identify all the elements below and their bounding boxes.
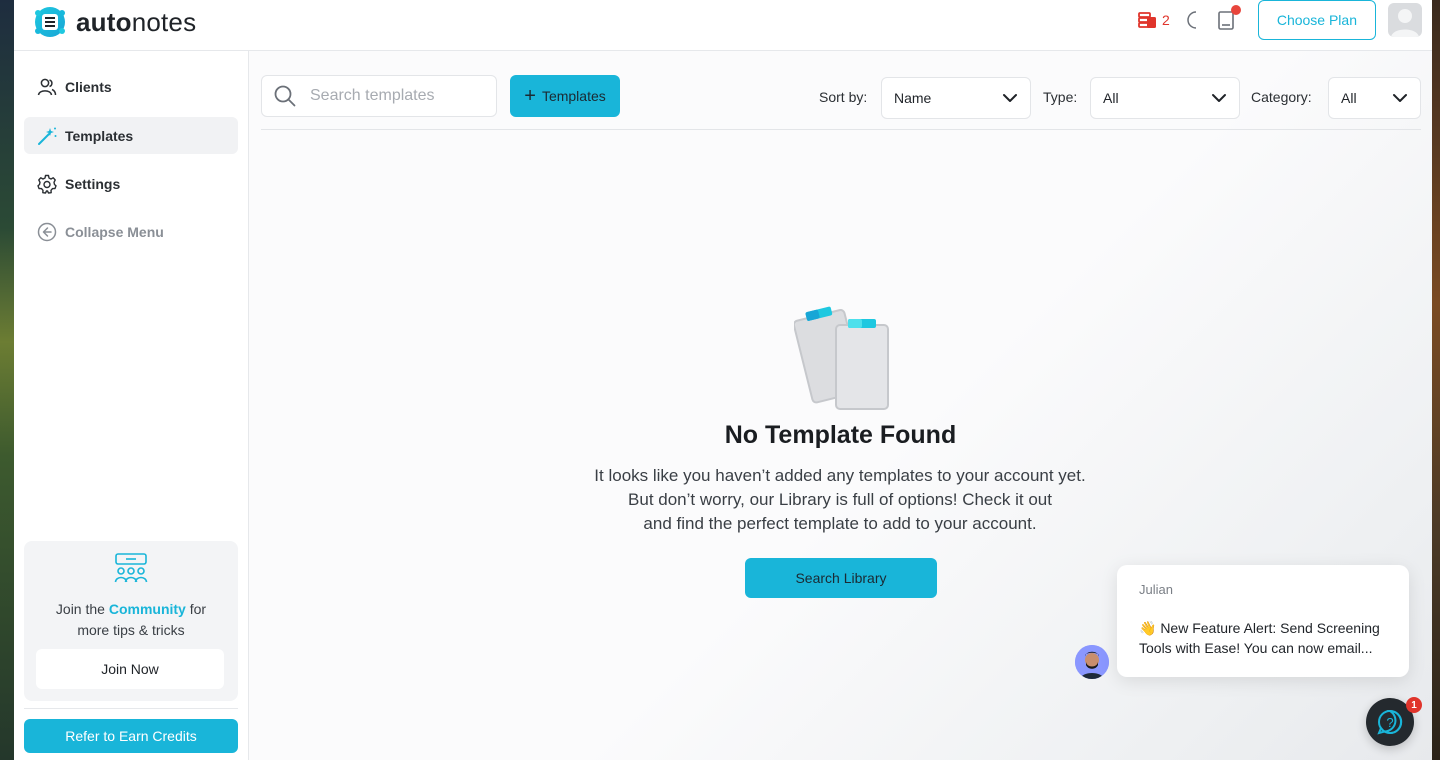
search-library-button[interactable]: Search Library — [745, 558, 937, 598]
magic-wand-icon — [38, 127, 57, 145]
sidebar-item-label: Collapse Menu — [65, 223, 164, 240]
sidebar-item-label: Clients — [65, 78, 112, 95]
credits-icon — [1138, 12, 1157, 28]
notification-dot — [1230, 5, 1241, 15]
community-icon — [114, 553, 148, 583]
search-box[interactable] — [261, 75, 497, 117]
category-select[interactable]: All — [1328, 77, 1421, 119]
moon-icon[interactable] — [1182, 9, 1204, 31]
chat-message-popup[interactable]: Julian 👋 New Feature Alert: Send Screeni… — [1117, 565, 1409, 677]
users-icon — [37, 78, 57, 95]
add-template-button[interactable]: + Templates — [510, 75, 620, 117]
empty-state-title: No Template Found — [724, 421, 957, 449]
chat-message-text: 👋 New Feature Alert: Send Screening Tool… — [1139, 620, 1380, 656]
sidebar-item-templates[interactable]: Templates — [24, 117, 238, 154]
clipboard-illustration — [794, 306, 889, 410]
chevron-down-icon — [1212, 94, 1226, 102]
credits-count: 2 — [1162, 12, 1170, 28]
search-input[interactable] — [308, 86, 492, 106]
logo-icon — [35, 7, 65, 37]
search-icon — [274, 85, 296, 107]
app-window: autonotes 2 Choose Plan Clients Template… — [14, 0, 1432, 760]
chat-agent-avatar[interactable] — [1075, 645, 1109, 679]
sidebar-item-collapse-menu[interactable]: Collapse Menu — [24, 213, 238, 250]
logo-text: autonotes — [76, 6, 197, 37]
toolbar-divider — [261, 129, 1421, 130]
notifications-button[interactable] — [1216, 5, 1241, 31]
gear-icon — [37, 174, 57, 194]
community-card: Join the Community for more tips & trick… — [24, 541, 238, 701]
sidebar: Clients Templates Settings Collapse Menu — [14, 51, 249, 760]
type-select[interactable]: All — [1090, 77, 1240, 119]
chevron-down-icon — [1003, 94, 1017, 102]
community-text: Join the Community for more tips & trick… — [55, 601, 207, 638]
sidebar-divider — [24, 708, 238, 709]
join-now-button[interactable]: Join Now — [36, 649, 224, 689]
chevron-down-icon — [1393, 94, 1407, 102]
desktop-wallpaper-left — [0, 0, 14, 760]
sidebar-item-label: Templates — [65, 127, 134, 144]
arrow-left-circle-icon — [37, 222, 57, 241]
community-link[interactable]: Community — [109, 601, 186, 617]
empty-state-description: It looks like you haven’t added any temp… — [594, 466, 1086, 533]
user-avatar-icon — [1391, 9, 1419, 37]
category-label: Category: — [1251, 89, 1312, 105]
sidebar-item-clients[interactable]: Clients — [24, 68, 238, 105]
sidebar-item-settings[interactable]: Settings — [24, 165, 238, 202]
chat-sender-name: Julian — [1139, 582, 1173, 597]
desktop-wallpaper-right — [1432, 0, 1440, 760]
avatar[interactable] — [1388, 3, 1422, 37]
svg-text:?: ? — [1386, 715, 1393, 730]
templates-toolbar: + Templates Sort by: Name Type: All Cate… — [249, 51, 1432, 131]
plus-icon: + — [524, 85, 536, 107]
header-actions: 2 Choose Plan — [1138, 0, 1422, 40]
chat-unread-badge: 1 — [1406, 697, 1422, 713]
refer-to-earn-button[interactable]: Refer to Earn Credits — [24, 719, 238, 753]
agent-photo — [1075, 645, 1109, 679]
top-header: autonotes 2 Choose Plan — [14, 0, 1432, 51]
sort-label: Sort by: — [819, 89, 868, 105]
app-logo[interactable]: autonotes — [32, 4, 196, 40]
type-label: Type: — [1043, 89, 1078, 105]
sidebar-item-label: Settings — [65, 175, 121, 192]
choose-plan-button[interactable]: Choose Plan — [1257, 0, 1376, 40]
sort-select[interactable]: Name — [881, 77, 1031, 119]
credits-indicator[interactable]: 2 — [1138, 11, 1170, 29]
